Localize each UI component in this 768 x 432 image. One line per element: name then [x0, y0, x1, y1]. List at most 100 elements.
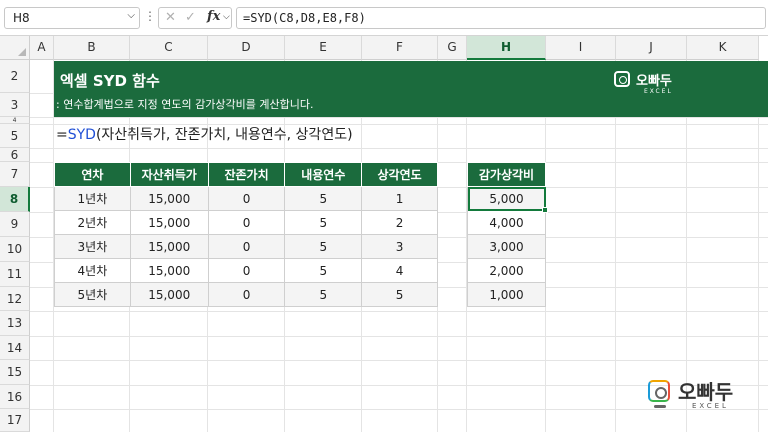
table-row: 2,000 [467, 258, 546, 283]
table-row: 5년차 15,000 0 5 5 [54, 282, 438, 307]
table-cell[interactable]: 0 [207, 282, 286, 307]
header-salvage[interactable]: 잔존가치 [207, 162, 286, 187]
column-header-i[interactable]: I [546, 36, 616, 60]
function-syntax: =SYD(자산취득가, 잔존가치, 내용연수, 상각연도) [56, 124, 353, 144]
table-cell[interactable]: 5 [361, 282, 438, 307]
page-subtitle: : 연수합계법으로 지정 연도의 감가상각비를 계산합니다. [56, 98, 314, 111]
fx-icon[interactable]: fx [207, 9, 220, 24]
formula-buttons: ✕ ✓ fx ⌵ [158, 7, 232, 29]
column-header-j[interactable]: J [616, 36, 687, 60]
table-cell[interactable]: 0 [207, 234, 286, 259]
row-header-8[interactable]: 8 [0, 187, 30, 212]
column-header-h[interactable]: H [467, 36, 546, 60]
row-header-12[interactable]: 12 [0, 287, 30, 311]
syntax-function-name: SYD [67, 127, 96, 143]
close-icon[interactable]: ✕ [165, 10, 176, 25]
column-header-a[interactable]: A [30, 36, 54, 60]
name-box[interactable]: H8 ⌵ [4, 7, 140, 29]
syntax-arguments: (자산취득가, 잔존가치, 내용연수, 상각연도) [95, 127, 353, 143]
result-table: 감가상각비 5,000 4,000 3,000 2,000 1,000 [467, 162, 548, 307]
table-cell[interactable]: 4 [361, 258, 438, 283]
row-header-16[interactable]: 16 [0, 385, 30, 409]
grid-line [30, 336, 768, 337]
table-cell[interactable]: 2 [361, 210, 438, 235]
table-cell[interactable]: 0 [207, 210, 286, 235]
select-all-corner[interactable] [0, 36, 30, 60]
chevron-down-icon[interactable]: ⌵ [127, 10, 135, 21]
row-header-13[interactable]: 13 [0, 311, 30, 336]
table-cell[interactable]: 5 [284, 210, 363, 235]
column-header-g[interactable]: G [438, 36, 467, 60]
table-cell[interactable]: 5년차 [54, 282, 131, 307]
table-cell[interactable]: 0 [207, 186, 286, 211]
column-header-k[interactable]: K [687, 36, 759, 60]
header-cost[interactable]: 자산취득가 [129, 162, 209, 187]
table-cell[interactable]: 5 [284, 282, 363, 307]
table-cell[interactable]: 5 [284, 186, 363, 211]
row-header-10[interactable]: 10 [0, 237, 30, 262]
table-cell[interactable]: 0 [207, 258, 286, 283]
watermark-text: 오빠두 [678, 380, 734, 404]
fill-handle[interactable] [542, 207, 548, 213]
row-header-4[interactable]: 4 [0, 117, 30, 124]
column-header-d[interactable]: D [208, 36, 285, 60]
row-header-15[interactable]: 15 [0, 360, 30, 385]
watermark-subtext: EXCEL [692, 402, 729, 410]
monitor-stand-icon [654, 405, 666, 408]
column-header-c[interactable]: C [130, 36, 208, 60]
header-year[interactable]: 연차 [54, 162, 131, 187]
formula-input[interactable]: =SYD(C8,D8,E8,F8) [236, 7, 766, 29]
grid-line [30, 117, 768, 118]
selected-cell-h8[interactable]: 5,000 [467, 186, 548, 213]
table-cell[interactable]: 3,000 [467, 234, 546, 259]
row-header-11[interactable]: 11 [0, 262, 30, 287]
header-period[interactable]: 상각연도 [361, 162, 438, 187]
table-cell[interactable]: 15,000 [129, 234, 209, 259]
header-life[interactable]: 내용연수 [284, 162, 363, 187]
check-icon[interactable]: ✓ [185, 10, 196, 25]
row-header-7[interactable]: 7 [0, 162, 30, 187]
logo-icon [614, 71, 630, 87]
table-cell[interactable]: 1 [361, 186, 438, 211]
column-header-f[interactable]: F [362, 36, 438, 60]
table-header-row: 감가상각비 [467, 162, 546, 187]
row-header-2[interactable]: 2 [0, 60, 30, 93]
table-cell[interactable]: 5 [284, 258, 363, 283]
name-box-value: H8 [13, 11, 30, 25]
row-header-5[interactable]: 5 [0, 124, 30, 148]
table-cell[interactable]: 3년차 [54, 234, 131, 259]
column-header-b[interactable]: B [54, 36, 130, 60]
more-options-icon[interactable]: ⋮ [144, 9, 156, 23]
table-cell[interactable]: 2,000 [467, 258, 546, 283]
logo-subtext: EXCEL [644, 88, 673, 95]
formula-bar: H8 ⌵ ⋮ ✕ ✓ fx ⌵ =SYD(C8,D8,E8,F8) [0, 0, 768, 36]
table-cell[interactable]: 15,000 [129, 186, 209, 211]
table-cell[interactable]: 5 [284, 234, 363, 259]
column-header-e[interactable]: E [285, 36, 362, 60]
header-depreciation[interactable]: 감가상각비 [467, 162, 546, 187]
input-table: 연차 자산취득가 잔존가치 내용연수 상각연도 1년차 15,000 0 5 1… [54, 162, 438, 307]
table-cell[interactable]: 4,000 [467, 210, 546, 235]
table-row: 1,000 [467, 282, 546, 307]
table-cell[interactable]: 1,000 [467, 282, 546, 307]
row-header-6[interactable]: 6 [0, 148, 30, 162]
grid-line [30, 311, 768, 312]
chevron-down-icon[interactable]: ⌵ [223, 12, 230, 22]
table-cell[interactable]: 15,000 [129, 282, 209, 307]
row-header-14[interactable]: 14 [0, 336, 30, 360]
page-title: 엑셀 SYD 함수 [60, 72, 160, 90]
syntax-prefix: = [56, 127, 68, 143]
row-header-3[interactable]: 3 [0, 93, 30, 117]
grid-line [30, 360, 768, 361]
row-header-9[interactable]: 9 [0, 212, 30, 237]
table-cell[interactable]: 4년차 [54, 258, 131, 283]
table-cell[interactable]: 2년차 [54, 210, 131, 235]
table-row: 3년차 15,000 0 5 3 [54, 234, 438, 259]
table-cell[interactable]: 1년차 [54, 186, 131, 211]
table-cell[interactable]: 3 [361, 234, 438, 259]
table-cell[interactable]: 15,000 [129, 210, 209, 235]
grid-line [30, 148, 768, 149]
row-header-17[interactable]: 17 [0, 409, 30, 432]
formula-text: =SYD(C8,D8,E8,F8) [243, 11, 366, 25]
table-cell[interactable]: 15,000 [129, 258, 209, 283]
